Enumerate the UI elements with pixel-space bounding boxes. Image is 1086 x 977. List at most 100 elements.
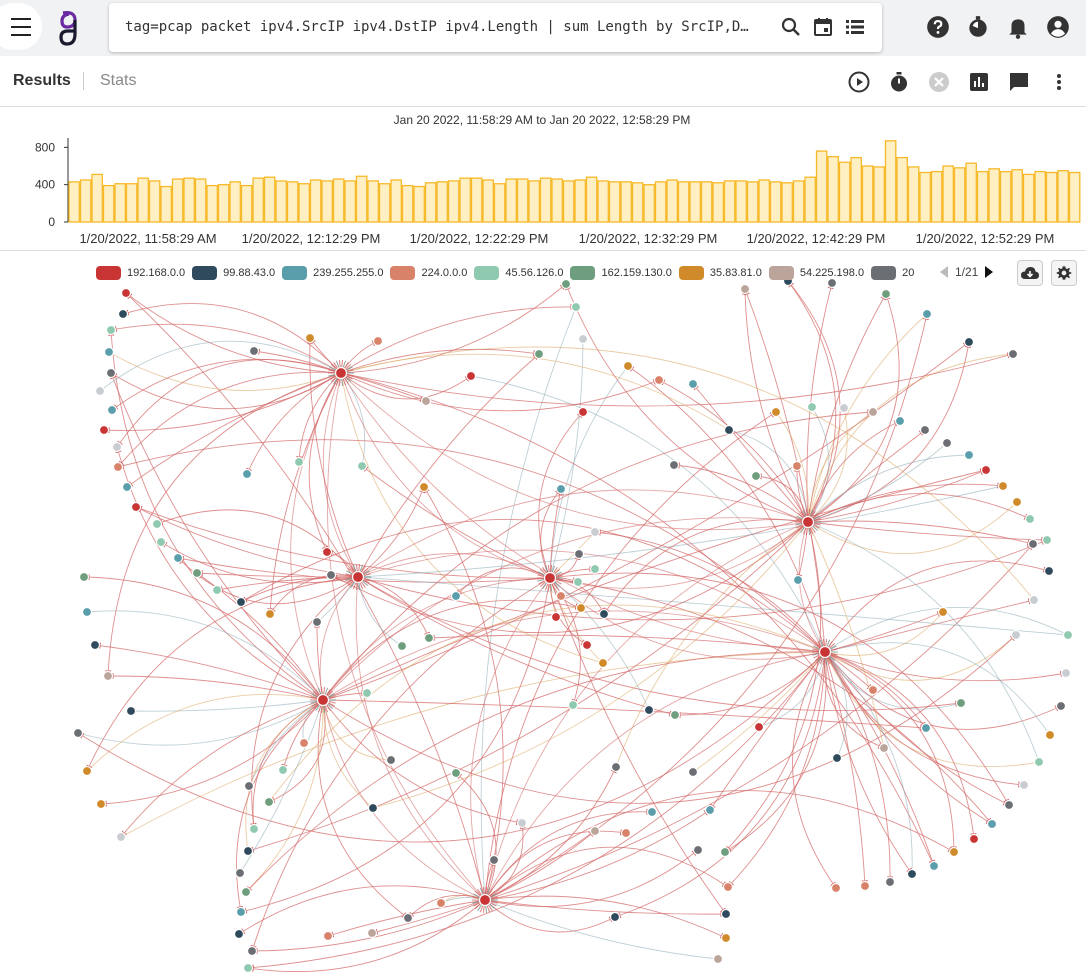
graph-node[interactable] — [103, 346, 115, 358]
histogram-bar[interactable] — [459, 177, 471, 223]
graph-node[interactable] — [753, 721, 765, 733]
graph-node[interactable] — [955, 697, 967, 709]
graph-node[interactable] — [356, 460, 368, 472]
histogram-bar[interactable] — [401, 184, 414, 223]
graph-node[interactable] — [321, 546, 333, 558]
graph-node[interactable] — [1060, 667, 1072, 679]
graph-node[interactable] — [720, 908, 732, 920]
histogram-bar[interactable] — [792, 180, 805, 223]
histogram-bar[interactable] — [217, 184, 230, 223]
graph-node[interactable] — [1041, 534, 1053, 546]
graph-node[interactable] — [322, 930, 334, 942]
histogram-bar[interactable] — [516, 178, 529, 223]
histogram-bar[interactable] — [666, 179, 678, 223]
graph-node[interactable] — [941, 437, 953, 449]
comment-icon[interactable] — [1007, 70, 1031, 94]
download-button[interactable] — [1017, 260, 1043, 286]
search-query[interactable]: tag=pcap packet ipv4.SrcIP ipv4.DstIP ip… — [125, 19, 755, 35]
graph-node[interactable] — [242, 962, 254, 974]
histogram-bar[interactable] — [332, 178, 345, 223]
graph-node[interactable] — [105, 367, 117, 379]
graph-node[interactable] — [385, 754, 397, 766]
graph-node[interactable] — [687, 378, 699, 390]
histogram-bar[interactable] — [919, 171, 931, 223]
graph-hub[interactable] — [472, 887, 498, 913]
legend-item[interactable]: 99.88.43.0 — [192, 265, 275, 281]
histogram-bar[interactable] — [896, 156, 908, 223]
histogram-bar[interactable] — [700, 181, 713, 223]
graph-node[interactable] — [880, 288, 892, 300]
graph-node[interactable] — [151, 518, 163, 530]
graph-node[interactable] — [366, 927, 378, 939]
graph-node[interactable] — [859, 880, 871, 892]
histogram-bar[interactable] — [815, 150, 828, 223]
graph-node[interactable] — [646, 806, 658, 818]
graph-node[interactable] — [963, 336, 975, 348]
histogram-bar[interactable] — [229, 181, 241, 223]
legend-item[interactable]: 192.168.0.0 — [96, 265, 185, 281]
graph-node[interactable] — [1062, 629, 1074, 641]
graph-node[interactable] — [240, 886, 252, 898]
histogram-bar[interactable] — [298, 183, 310, 223]
histogram-bar[interactable] — [884, 140, 897, 223]
graph-node[interactable] — [878, 742, 890, 754]
histogram-bar[interactable] — [482, 179, 494, 223]
graph-node[interactable] — [241, 468, 253, 480]
graph-node[interactable] — [1010, 629, 1022, 641]
histogram-bar[interactable] — [137, 177, 149, 223]
histogram-bar[interactable] — [275, 180, 287, 223]
histogram-bar[interactable] — [447, 180, 460, 223]
histogram-bar[interactable] — [620, 181, 632, 223]
histogram-bar[interactable] — [597, 180, 609, 223]
timer-icon[interactable] — [965, 14, 991, 40]
graph-node[interactable] — [488, 854, 500, 866]
histogram-bar[interactable] — [850, 156, 862, 223]
graph-node[interactable] — [669, 709, 681, 721]
account-icon[interactable] — [1045, 14, 1071, 40]
graph-node[interactable] — [264, 608, 276, 620]
graph-node[interactable] — [372, 335, 384, 347]
stopwatch-icon[interactable] — [887, 70, 911, 94]
graph-node[interactable] — [572, 576, 584, 588]
graph-node[interactable] — [105, 324, 117, 336]
histogram-bar[interactable] — [804, 176, 816, 223]
graph-node[interactable] — [609, 911, 621, 923]
histogram-bar[interactable] — [976, 170, 989, 223]
histogram-bar[interactable] — [91, 173, 103, 223]
gravwell-logo[interactable] — [58, 10, 80, 46]
histogram-bar[interactable] — [999, 170, 1012, 223]
histogram-bar[interactable] — [574, 179, 586, 223]
graph-node[interactable] — [577, 333, 589, 345]
histogram-bar[interactable] — [930, 170, 943, 223]
histogram-bar[interactable] — [689, 181, 701, 223]
graph-node[interactable] — [465, 370, 477, 382]
graph-node[interactable] — [1043, 565, 1055, 577]
graph-node[interactable] — [277, 764, 289, 776]
histogram-bar[interactable] — [309, 179, 322, 223]
histogram-bar[interactable] — [988, 168, 1000, 223]
graph-node[interactable] — [423, 632, 435, 644]
cancel-icon[interactable] — [927, 70, 951, 94]
histogram-bar[interactable] — [585, 176, 598, 223]
graph-node[interactable] — [516, 817, 528, 829]
graph-node[interactable] — [575, 602, 587, 614]
graph-node[interactable] — [581, 639, 593, 651]
graph-node[interactable] — [450, 590, 462, 602]
histogram-bar[interactable] — [321, 180, 333, 223]
histogram-bar[interactable] — [562, 180, 575, 223]
graph-node[interactable] — [597, 657, 609, 669]
legend-item[interactable]: 162.159.130.0 — [570, 265, 672, 281]
graph-node[interactable] — [770, 406, 782, 418]
graph-node[interactable] — [806, 401, 818, 413]
tab-stats[interactable]: Stats — [100, 72, 136, 90]
graph-node[interactable] — [533, 348, 545, 360]
chart-icon[interactable] — [967, 70, 991, 94]
histogram-bar[interactable] — [643, 184, 655, 223]
graph-node[interactable] — [831, 752, 843, 764]
histogram-bar[interactable] — [378, 183, 391, 223]
graph-node[interactable] — [325, 569, 337, 581]
graph-node[interactable] — [418, 481, 430, 493]
histogram-bar[interactable] — [781, 182, 793, 223]
graph-node[interactable] — [361, 687, 373, 699]
histogram-bar[interactable] — [965, 162, 977, 223]
